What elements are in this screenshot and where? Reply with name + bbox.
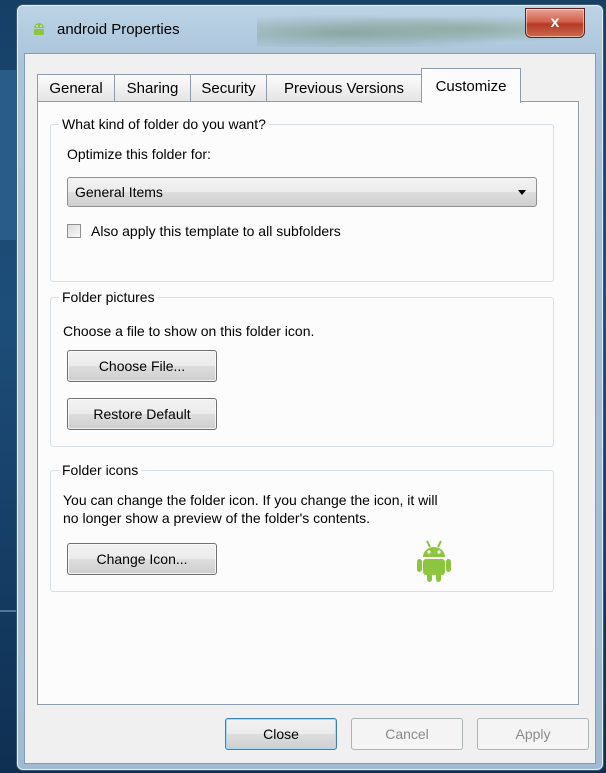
change-icon-button[interactable]: Change Icon... [67, 543, 217, 575]
folder-pictures-group: Folder pictures Choose a file to show on… [50, 288, 554, 447]
customize-panel: What kind of folder do you want? Optimiz… [37, 101, 579, 705]
tab-customize[interactable]: Customize [421, 68, 521, 103]
chevron-down-icon [518, 190, 526, 195]
folder-pictures-description: Choose a file to show on this folder ico… [63, 323, 315, 339]
title-bar[interactable]: android Properties x [17, 5, 603, 55]
tab-sharing[interactable]: Sharing [114, 74, 191, 102]
title-bar-glass-art [257, 11, 557, 47]
properties-dialog: android Properties x General Sharing Sec… [16, 4, 604, 771]
folder-icons-group: Folder icons You can change the folder i… [50, 461, 554, 592]
apply-button[interactable]: Apply [477, 718, 589, 750]
folder-type-group-title: What kind of folder do you want? [59, 115, 269, 133]
tab-strip: General Sharing Security Previous Versio… [37, 68, 587, 103]
android-folder-icon [34, 23, 44, 35]
window-title: android Properties [57, 21, 180, 38]
close-button[interactable]: Close [225, 718, 337, 750]
optimize-label: Optimize this folder for: [67, 146, 211, 162]
dialog-client-area: General Sharing Security Previous Versio… [24, 53, 596, 764]
folder-type-group: What kind of folder do you want? Optimiz… [50, 115, 554, 282]
folder-icons-description-line-2: no longer show a preview of the folder's… [63, 510, 370, 526]
apply-subfolders-checkbox[interactable] [67, 224, 81, 238]
optimize-folder-dropdown[interactable]: General Items [67, 177, 537, 207]
folder-icons-description-line-1: You can change the folder icon. If you c… [63, 492, 438, 508]
choose-file-button[interactable]: Choose File... [67, 350, 217, 382]
tab-security[interactable]: Security [190, 74, 267, 102]
apply-subfolders-label[interactable]: Also apply this template to all subfolde… [91, 222, 341, 240]
optimize-selected-value: General Items [75, 184, 163, 200]
close-icon: x [550, 14, 560, 31]
folder-pictures-group-title: Folder pictures [59, 288, 158, 306]
tab-previous-versions[interactable]: Previous Versions [266, 74, 422, 102]
restore-default-button[interactable]: Restore Default [67, 398, 217, 430]
android-icon [417, 540, 451, 582]
tab-general[interactable]: General [37, 74, 115, 102]
cancel-button[interactable]: Cancel [351, 718, 463, 750]
folder-icons-group-title: Folder icons [59, 461, 142, 479]
window-close-button[interactable]: x [525, 8, 585, 38]
